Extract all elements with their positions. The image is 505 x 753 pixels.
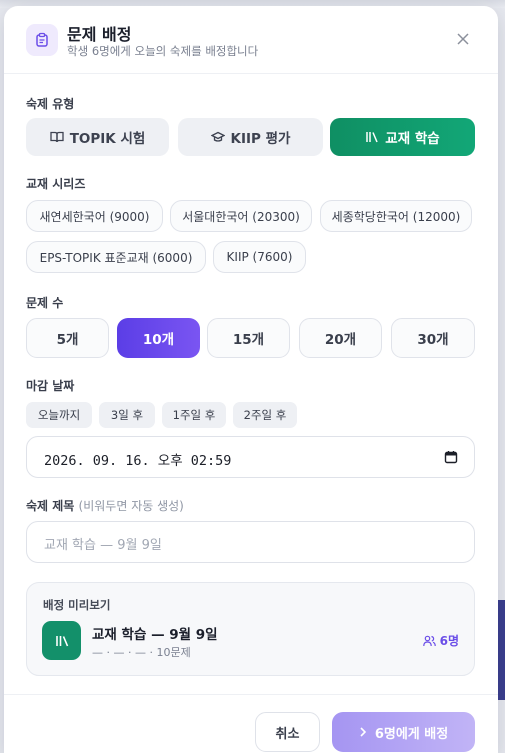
type-kiip-label: KIIP 평가 [230, 131, 291, 147]
preview-meta: — · — · — · 10문제 [92, 646, 191, 659]
modal-title: 문제 배정 [67, 25, 132, 44]
assign-modal: 문제 배정 학생 6명에게 오늘의 숙제를 배정합니다 숙제 유형 TOPIK … [4, 6, 498, 753]
series-chip[interactable]: 세종학당한국어 (12000) [320, 200, 472, 232]
homework-title-hint: (비워두면 자동 생성) [78, 499, 184, 513]
assign-button[interactable]: 6명에게 배정 [332, 712, 475, 752]
series-chip[interactable]: EPS-TOPIK 표준교재 (6000) [26, 241, 206, 273]
count-option[interactable]: 5개 [26, 318, 109, 358]
count-option[interactable]: 30개 [391, 318, 475, 358]
count-option[interactable]: 20개 [299, 318, 382, 358]
series-chip[interactable]: KIIP (7600) [213, 241, 306, 273]
quick-date-button[interactable]: 1주일 후 [162, 402, 226, 428]
type-kiip-button[interactable]: KIIP 평가 [178, 118, 323, 156]
homework-title-label-text: 숙제 제목 [26, 499, 75, 513]
library-icon [42, 621, 81, 660]
assign-button-label: 6명에게 배정 [374, 726, 449, 742]
due-date-input[interactable]: 2026. 09. 16. 오후 02:59 [26, 436, 475, 478]
preview-student-count: 6명 [422, 632, 459, 649]
count-option[interactable]: 15개 [207, 318, 290, 358]
preview-label: 배정 미리보기 [43, 598, 111, 612]
homework-title-placeholder: 교재 학습 — 9월 9일 [44, 538, 162, 553]
type-topik-button[interactable]: TOPIK 시험 [26, 118, 169, 156]
assignment-preview: 배정 미리보기 교재 학습 — 9월 9일 — · — · — · 10문제 6… [26, 582, 475, 676]
textbook-series-label: 교재 시리즈 [26, 177, 86, 191]
type-textbook-label: 교재 학습 [385, 131, 440, 147]
type-textbook-button[interactable]: 교재 학습 [330, 118, 475, 156]
quick-date-button[interactable]: 3일 후 [99, 402, 155, 428]
homework-title-input[interactable]: 교재 학습 — 9월 9일 [26, 521, 475, 563]
due-date-label: 마감 날짜 [26, 379, 75, 393]
type-topik-label: TOPIK 시험 [69, 131, 146, 147]
users-icon [422, 635, 436, 646]
homework-title-label: 숙제 제목 (비워두면 자동 생성) [26, 497, 184, 514]
preview-title: 교재 학습 — 9월 9일 [92, 627, 218, 643]
chevron-right-icon [360, 727, 366, 737]
quick-date-button[interactable]: 2주일 후 [233, 402, 297, 428]
series-chip[interactable]: 서울대한국어 (20300) [170, 200, 312, 232]
footer-divider [4, 694, 498, 695]
graduation-cap-icon [210, 131, 225, 142]
modal-subtitle: 학생 6명에게 오늘의 숙제를 배정합니다 [67, 44, 259, 58]
series-chip[interactable]: 새연세한국어 (9000) [26, 200, 163, 232]
quick-date-button[interactable]: 오늘까지 [26, 402, 92, 428]
preview-count-text: 6명 [439, 634, 459, 648]
book-icon [50, 131, 64, 143]
library-icon [366, 132, 378, 143]
cancel-button[interactable]: 취소 [255, 712, 320, 752]
count-option-selected[interactable]: 10개 [117, 318, 200, 358]
homework-type-label: 숙제 유형 [26, 97, 75, 111]
clipboard-icon [26, 24, 58, 56]
close-icon [457, 33, 469, 45]
due-date-value: 2026. 09. 16. 오후 02:59 [44, 453, 232, 469]
close-button[interactable] [454, 30, 472, 48]
modal-header: 문제 배정 학생 6명에게 오늘의 숙제를 배정합니다 [4, 6, 498, 74]
calendar-icon[interactable] [444, 450, 458, 464]
question-count-label: 문제 수 [26, 296, 64, 310]
